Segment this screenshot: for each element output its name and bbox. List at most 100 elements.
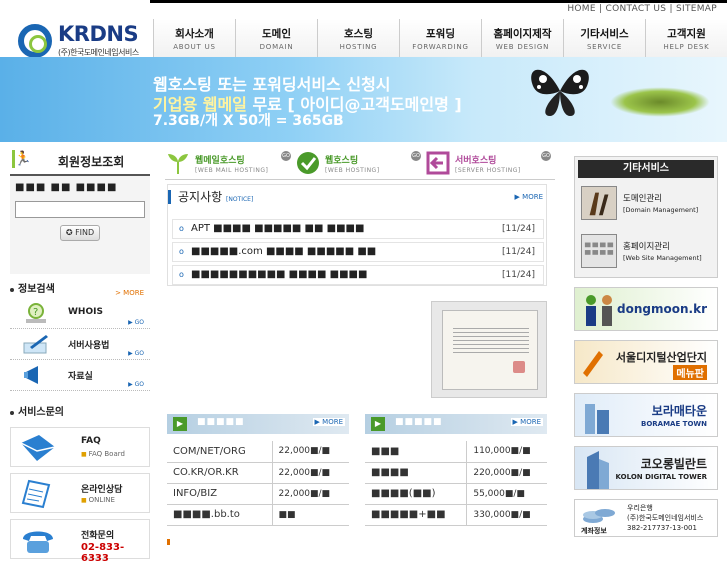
ad-seoul-digital[interactable]: 서울디지털산업단지 메뉴판	[574, 340, 718, 384]
nav-hosting[interactable]: 호스팅 HOSTING	[317, 19, 399, 57]
certificate-paper	[442, 310, 538, 390]
info-search-title: 정보검색	[18, 284, 55, 295]
nav-sublabel: SERVICE	[586, 43, 623, 51]
nav-help-desk[interactable]: 고객지원 HELP DESK	[645, 19, 727, 57]
price-value: 22,000■/■	[271, 483, 349, 505]
info-search-section: 정보검색 > MORE ? WHOIS ▶ GO 서버사용법 ▶ GO 자료실 …	[10, 282, 150, 391]
notice-item-text: ■■■■■■■■■■ ■■■■ ■■■■	[191, 269, 368, 280]
price-value: 220,000■/■	[466, 462, 547, 484]
online-consult-subtitle: ONLINE	[81, 496, 115, 504]
website-management-item[interactable]: 홈페이지관리 [Web Site Management]	[578, 232, 714, 274]
domain-management-item[interactable]: 도메인관리 [Domain Management]	[578, 184, 714, 226]
whois-icon: ?	[26, 303, 46, 323]
nav-sublabel: FORWARDING	[412, 43, 469, 51]
notice-item-text: ■■■■■.com ■■■■ ■■■■■ ■■	[191, 246, 377, 257]
go-circle-icon: GO	[541, 151, 551, 161]
tower-icon	[587, 451, 609, 489]
find-button[interactable]: ✪ FIND	[60, 225, 100, 241]
go-label: GO	[134, 381, 144, 388]
hosting-price-more[interactable]: ▶ MORE	[510, 418, 543, 426]
banner-line-3: 7.3GB/개 X 50개 = 365GB	[153, 113, 344, 129]
ad-kolon-villant[interactable]: 코오롱빌란트 KOLON DIGITAL TOWER	[574, 446, 718, 490]
domain-price-more[interactable]: ▶ MORE	[312, 418, 345, 426]
home-link[interactable]: HOME	[567, 4, 596, 14]
hosting-check-icon	[297, 152, 319, 174]
nav-service[interactable]: 기타서비스 SERVICE	[563, 19, 645, 57]
nav-web-design[interactable]: 홈페이지제작 WEB DESIGN	[481, 19, 563, 57]
notice-item-date: [11/24]	[502, 224, 535, 234]
logo[interactable]: KRDNS (주)한국도메인네임서비스	[18, 22, 148, 60]
server-guide-label: 서버사용법	[68, 341, 110, 351]
ad-boramae-sub: BORAMAE TOWN	[640, 420, 707, 428]
notice-item[interactable]: APT ■■■■ ■■■■■ ■■ ■■■■ [11/24]	[172, 219, 544, 239]
nav-sublabel: HOSTING	[339, 43, 378, 51]
tools-icon	[581, 186, 617, 220]
price-value: 22,000■/■	[271, 462, 349, 484]
hosting-price-table: ■■■ 110,000■/■ ■■■■ 220,000■/■ ■■■■(■■) 55,…	[365, 441, 547, 526]
notice-more[interactable]: ▶ MORE	[515, 185, 543, 209]
table-row: ■■■■(■■) 55,000■/■	[365, 483, 547, 505]
sprout-icon	[168, 154, 188, 174]
contact-link[interactable]: CONTACT US	[605, 4, 666, 14]
price-name: ■■■	[365, 441, 467, 463]
runner-icon	[10, 150, 31, 170]
tab-server-hosting[interactable]: 서버호스팅 [SERVER HOSTING] GO	[425, 148, 555, 180]
notice-item[interactable]: ■■■■■.com ■■■■ ■■■■■ ■■ [11/24]	[172, 242, 544, 262]
domain-price-header: ▶ ■■■■■ ▶ MORE	[167, 414, 349, 434]
leaf-graphic	[610, 87, 710, 117]
nav-domain[interactable]: 도메인 DOMAIN	[235, 19, 317, 57]
price-name: ■■■■(■■)	[365, 483, 467, 505]
bank-info: 우리은행 (주)한국도메인네임서비스 382-217737-13-001	[627, 503, 703, 533]
envelope-icon	[20, 435, 56, 461]
etc-services-title: 기타서비스	[578, 160, 714, 178]
member-label: ■■■ ■■ ■■■■	[15, 182, 118, 193]
server-guide-row[interactable]: 서버사용법 ▶ GO	[10, 329, 150, 360]
logo-name: KRDNS	[58, 22, 139, 46]
nav-sublabel: HELP DESK	[663, 43, 710, 51]
tab-web-hosting-label: 웹호스팅	[325, 156, 359, 166]
tab-web-hosting-en: [WEB HOSTING]	[325, 167, 380, 174]
price-value: 55,000■/■	[466, 483, 547, 505]
whois-row[interactable]: ? WHOIS ▶ GO	[10, 298, 150, 329]
pencil-icon	[583, 351, 603, 377]
tab-web-hosting[interactable]: 웹호스팅 [WEB HOSTING] GO	[295, 148, 425, 180]
phone-number: 02-833-6333	[81, 542, 125, 564]
promo-banner[interactable]: 웹호스팅 또는 포워딩서비스 신청시 기업용 웹메일 무료 [ 아이디@고객도메…	[0, 57, 727, 142]
ad-dongmoon[interactable]: dongmoon.kr	[574, 287, 718, 331]
bottom-section-marker	[167, 539, 267, 545]
hosting-price-title: ■■■■■	[395, 417, 443, 427]
archive-row[interactable]: 자료실 ▶ GO	[10, 360, 150, 391]
website-management-en: [Web Site Management]	[623, 254, 702, 262]
phone-icon	[23, 531, 53, 553]
service-inquiry-section: 서비스문의 FAQ FAQ Board 온라인상담 ONLINE 전화문의 02…	[10, 405, 150, 564]
tab-webmail-hosting[interactable]: 웹메일호스팅 [WEB MAIL HOSTING] GO	[165, 148, 295, 180]
online-consult-box[interactable]: 온라인상담 ONLINE	[10, 473, 150, 513]
nav-label: 도메인	[262, 28, 291, 40]
certificate-seal	[513, 361, 525, 373]
table-row: ■■■■■+■■ 330,000■/■	[365, 504, 547, 526]
pen-icon	[23, 335, 48, 354]
table-row: ■■■■.bb.to ■■	[167, 504, 349, 526]
certificate-image[interactable]	[431, 301, 547, 398]
notice-item[interactable]: ■■■■■■■■■■ ■■■■ ■■■■ [11/24]	[172, 265, 544, 285]
butterfly-icon	[531, 69, 589, 116]
ad-boramae-town[interactable]: 보라매타운 BORAMAE TOWN	[574, 393, 718, 437]
clipboard-icon	[21, 479, 51, 509]
keyboard-icon	[581, 234, 617, 268]
archive-label: 자료실	[68, 372, 93, 382]
member-search-input[interactable]	[15, 201, 145, 218]
go-icon: ▶ GO	[128, 319, 144, 326]
nav-forwarding[interactable]: 포워딩 FORWARDING	[399, 19, 481, 57]
people-icon	[586, 295, 612, 326]
notice-more-label: MORE	[522, 193, 543, 201]
notice-item-date: [11/24]	[502, 270, 535, 280]
go-label: GO	[134, 319, 144, 326]
faq-box[interactable]: FAQ FAQ Board	[10, 427, 150, 467]
member-lookup-box: ■■■ ■■ ■■■■ ✪ FIND	[10, 174, 150, 274]
nav-about[interactable]: 회사소개 ABOUT US	[153, 19, 235, 57]
phone-inquiry-box[interactable]: 전화문의 02-833-6333	[10, 519, 150, 564]
go-circle-icon: GO	[281, 151, 291, 161]
bank-label: 계좌정보	[581, 527, 607, 535]
go-circle-icon: GO	[411, 151, 421, 161]
sitemap-link[interactable]: SITEMAP	[676, 4, 717, 14]
